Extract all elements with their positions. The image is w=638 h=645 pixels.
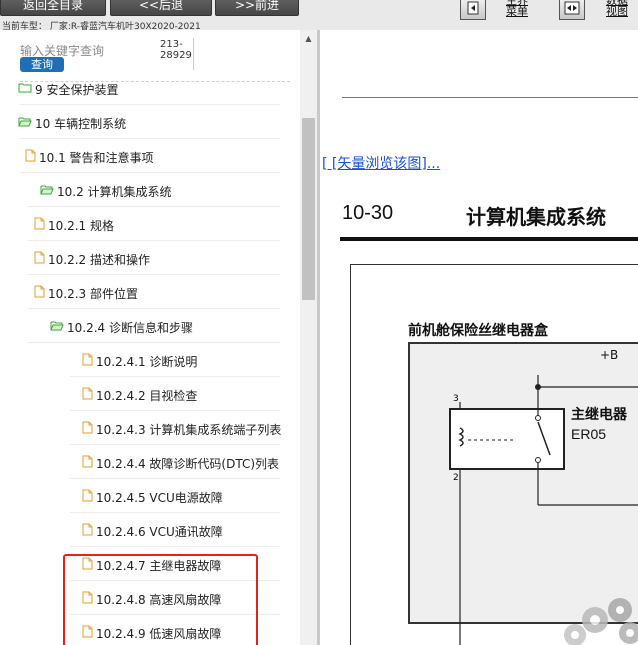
document-icon (82, 455, 93, 471)
folder-icon (18, 82, 32, 96)
tree-node[interactable]: 9 安全保护装置 (18, 77, 118, 101)
tree-node[interactable]: 10.2.4 诊断信息和步骤 (50, 315, 193, 339)
search-code: 213- 28929 (160, 39, 192, 61)
tree-node-label: 10.2.4.1 诊断说明 (96, 354, 198, 369)
back-to-catalog-button[interactable]: 返回全目录 (0, 0, 106, 16)
relay-contact (535, 415, 541, 421)
tree-node[interactable]: 10.2.4.1 诊断说明 (82, 349, 197, 373)
tree-row-divider (20, 104, 280, 105)
tree-row-divider (28, 206, 280, 207)
document-icon (34, 285, 45, 301)
tree-row-divider (20, 138, 280, 139)
relay-contact (535, 457, 541, 463)
tree-node[interactable]: 10.2.3 部件位置 (34, 281, 138, 305)
tree-row-divider (20, 172, 280, 173)
tree-node[interactable]: 10.2 计算机集成系统 (40, 179, 172, 203)
search-button[interactable]: 查询 (20, 57, 64, 72)
pin-2-label: 2 (453, 473, 459, 483)
tree-node-label: 10.2.4.3 计算机集成系统端子列表 (96, 422, 282, 437)
tree-node[interactable]: 10.2.4.6 VCU通讯故障 (82, 519, 223, 543)
tree-node[interactable]: 10.2.4.4 故障诊断代码(DTC)列表 (82, 451, 279, 475)
tree-row-divider (70, 444, 280, 445)
main-menu-icon[interactable] (460, 0, 486, 20)
tree-node-label: 9 安全保护装置 (35, 82, 119, 97)
tree-node-label: 10.2.4.4 故障诊断代码(DTC)列表 (96, 456, 280, 471)
tree-node[interactable]: 10.2.2 描述和操作 (34, 247, 150, 271)
document-icon (82, 353, 93, 369)
tree-scrollbar[interactable]: ▲ (300, 30, 317, 645)
data-view-label[interactable]: 数据 视图 (606, 0, 628, 17)
document-icon (34, 217, 45, 233)
document-icon (82, 523, 93, 539)
folder-open-icon (50, 320, 64, 334)
tree-node-label: 10.2.4.2 目视检查 (96, 388, 198, 403)
tree-row-divider (28, 240, 280, 241)
tree-node[interactable]: 10.2.4.2 目视检查 (82, 383, 197, 407)
document-icon (82, 387, 93, 403)
tree-node-label: 10.2 计算机集成系统 (57, 184, 172, 199)
tree-node[interactable]: 10.2.1 规格 (34, 213, 114, 237)
scroll-thumb[interactable] (302, 118, 315, 300)
tree-row-divider (70, 478, 280, 479)
wiring-diagram: 3 2 (449, 375, 638, 645)
document-icon (25, 149, 36, 165)
main-menu-label[interactable]: 主界 菜单 (506, 0, 528, 17)
current-car-model: 当前车型： 厂家:R-睿蓝汽车机叶30X2020-2021 (2, 22, 201, 30)
tree-node-label: 10.1 警告和注意事项 (39, 150, 154, 165)
tree-node[interactable]: 10.2.4.3 计算机集成系统端子列表 (82, 417, 281, 441)
document-icon (82, 489, 93, 505)
tree-node-label: 10.2.4.5 VCU电源故障 (96, 490, 223, 505)
tree-node[interactable]: 10.2.4.5 VCU电源故障 (82, 485, 223, 509)
search-code-line2: 28929 (160, 50, 192, 61)
document-icon (34, 251, 45, 267)
back-button[interactable]: <<后退 (110, 0, 212, 16)
folder-open-icon (40, 184, 54, 198)
pin-3-label: 3 (453, 394, 459, 404)
tree-row-divider (70, 410, 280, 411)
tree-node-label: 10.2.1 规格 (48, 218, 114, 233)
folder-open-icon (18, 116, 32, 130)
data-view-icon[interactable] (559, 0, 585, 20)
watermark-washers-icon (564, 598, 638, 645)
tree-row-divider (28, 274, 280, 275)
tree-node-label: 10.2.2 描述和操作 (48, 252, 150, 267)
document-pane: [ [矢量浏览该图]... 10-30 计算机集成系统 前机舱保险丝继电器盒 +… (320, 30, 638, 645)
catalog-tree-pane: 输入关键字查询 查询 213- 28929 9 安全保护装置 10 车辆控制系统 1… (0, 30, 300, 645)
tree-row-divider (28, 342, 280, 343)
relay-body (449, 408, 565, 470)
search-code-line1: 213- (160, 39, 183, 50)
tree-node[interactable]: 10.1 警告和注意事项 (25, 145, 154, 169)
document-icon (82, 421, 93, 437)
tree-node-label: 10 车辆控制系统 (35, 116, 127, 131)
highlight-annotation (63, 554, 258, 645)
search-divider (193, 38, 194, 70)
forward-button[interactable]: >>前进 (215, 0, 299, 16)
tree-node-label: 10.2.4 诊断信息和步骤 (67, 320, 193, 335)
tree-row-divider (70, 376, 280, 377)
tree-node-label: 10.2.3 部件位置 (48, 286, 138, 301)
scroll-up-icon[interactable]: ▲ (300, 30, 317, 47)
toolbar: 返回全目录 <<后退 >>前进 主界 菜单 数据 视图 当前车型： 厂家:R-睿蓝汽… (0, 0, 638, 30)
tree-node[interactable]: 10 车辆控制系统 (18, 111, 126, 135)
tree-node-label: 10.2.4.6 VCU通讯故障 (96, 524, 223, 539)
tree-row-divider (28, 308, 280, 309)
tree-row-divider (70, 546, 280, 547)
tree-row-divider (70, 512, 280, 513)
